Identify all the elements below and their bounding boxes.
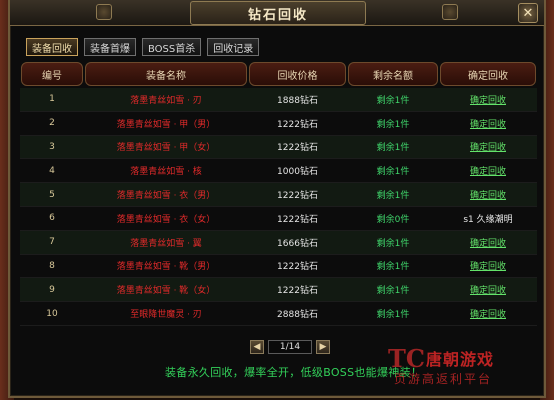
cell-price: 1222钻石 — [277, 119, 318, 130]
cell-price: 1222钻石 — [277, 191, 318, 202]
title-bar: 钻石回收 ✕ — [10, 0, 544, 26]
table-body: 1 落墨青丝如雪 · 刃 1888钻石 剩余1件 确定回收 2 落墨青丝如雪 · 甲（男） 1… — [20, 88, 537, 326]
cell-id: 10 — [46, 308, 58, 319]
cell-remaining: 剩余1件 — [376, 95, 410, 106]
tab-equip-recycle[interactable]: 装备回收 — [26, 38, 78, 56]
ornament-icon — [96, 4, 112, 20]
cell-price: 1222钻石 — [277, 143, 318, 154]
cell-id: 2 — [49, 118, 55, 129]
cell-price: 1000钻石 — [277, 167, 318, 178]
cell-equip-name: 落墨青丝如雪 · 靴（女） — [116, 286, 216, 297]
tab-label: 回收记录 — [213, 43, 254, 55]
confirm-recycle-link[interactable]: 确定回收 — [439, 307, 537, 320]
tab-equip-first-drop[interactable]: 装备首爆 — [84, 38, 136, 56]
prev-page-button[interactable]: ◀ — [250, 340, 264, 354]
recycled-by-text: s1 久缘潮明 — [463, 214, 513, 225]
table-row: 8 落墨青丝如雪 · 靴（男） 1222钻石 剩余1件 确定回收 — [20, 254, 537, 279]
table-row: 3 落墨青丝如雪 · 甲（女） 1222钻石 剩余1件 确定回收 — [20, 135, 537, 160]
title-plate: 钻石回收 — [190, 1, 366, 25]
pagination: ◀ 1/14 ▶ — [250, 339, 330, 355]
tab-recycle-records[interactable]: 回收记录 — [207, 38, 260, 56]
close-button[interactable]: ✕ — [518, 3, 538, 23]
header-equip-name: 装备名称 — [85, 62, 247, 86]
watermark: TC 唐朝游戏 页游高返利平台 — [388, 342, 534, 388]
watermark-title: 唐朝游戏 — [426, 350, 495, 369]
window-title: 钻石回收 — [247, 7, 308, 23]
cell-price: 1222钻石 — [277, 286, 318, 297]
recycle-table: 编号 装备名称 回收价格 剩余名额 确定回收 1 落墨青丝如雪 · 刃 1888钻石… — [20, 62, 537, 326]
cell-equip-name: 落墨青丝如雪 · 刃 — [130, 95, 202, 106]
table-row: 9 落墨青丝如雪 · 靴（女） 1222钻石 剩余1件 确定回收 — [20, 278, 537, 303]
tab-boss-first-kill[interactable]: BOSS首杀 — [142, 38, 202, 56]
cell-equip-name: 落墨青丝如雪 · 翼 — [130, 238, 202, 249]
table-header: 编号 装备名称 回收价格 剩余名额 确定回收 — [20, 62, 537, 86]
header-price: 回收价格 — [249, 62, 346, 86]
confirm-recycle-link[interactable]: 确定回收 — [439, 283, 537, 296]
table-row: 4 落墨青丝如雪 · 核 1000钻石 剩余1件 确定回收 — [20, 159, 537, 184]
cell-remaining: 剩余1件 — [376, 238, 410, 249]
cell-id: 7 — [49, 237, 55, 248]
cell-equip-name: 落墨青丝如雪 · 衣（男） — [116, 191, 216, 202]
confirm-recycle-link[interactable]: 确定回收 — [439, 236, 537, 249]
cell-remaining: 剩余1件 — [376, 310, 410, 321]
cell-id: 8 — [49, 260, 55, 271]
cell-remaining: 剩余0件 — [376, 214, 410, 225]
header-remaining: 剩余名额 — [348, 62, 438, 86]
cell-remaining: 剩余1件 — [376, 262, 410, 273]
diamond-recycle-window: 钻石回收 ✕ 装备回收 装备首爆 BOSS首杀 回收记录 编号 装备名称 回收价… — [8, 0, 546, 398]
cell-price: 1222钻石 — [277, 262, 318, 273]
cell-equip-name: 落墨青丝如雪 · 靴（男） — [116, 262, 216, 273]
close-icon: ✕ — [522, 5, 534, 21]
arrow-right-icon: ▶ — [319, 342, 327, 352]
next-page-button[interactable]: ▶ — [316, 340, 330, 354]
cell-equip-name: 落墨青丝如雪 · 甲（女） — [116, 143, 216, 154]
table-row: 10 至眼降世魔灵 · 刃 2888钻石 剩余1件 确定回收 — [20, 302, 537, 326]
cell-remaining: 剩余1件 — [376, 167, 410, 178]
table-row: 2 落墨青丝如雪 · 甲（男） 1222钻石 剩余1件 确定回收 — [20, 111, 537, 136]
header-id: 编号 — [21, 62, 83, 86]
notice-text: 装备永久回收，爆率全开，低级BOSS也能爆神装！ — [165, 366, 423, 379]
confirm-recycle-link[interactable]: 确定回收 — [439, 188, 537, 201]
cell-price: 1222钻石 — [277, 214, 318, 225]
cell-remaining: 剩余1件 — [376, 143, 410, 154]
cell-equip-name: 至眼降世魔灵 · 刃 — [130, 310, 202, 321]
confirm-recycle-link[interactable]: 确定回收 — [439, 259, 537, 272]
table-row: 6 落墨青丝如雪 · 衣（女） 1222钻石 剩余0件 s1 久缘潮明 — [20, 206, 537, 231]
cell-id: 6 — [49, 213, 55, 224]
tab-bar: 装备回收 装备首爆 BOSS首杀 回收记录 — [26, 38, 260, 56]
header-confirm: 确定回收 — [440, 62, 536, 86]
confirm-recycle-link[interactable]: 确定回收 — [439, 117, 537, 130]
cell-equip-name: 落墨青丝如雪 · 核 — [130, 167, 202, 178]
page-indicator: 1/14 — [268, 340, 312, 354]
cell-equip-name: 落墨青丝如雪 · 甲（男） — [116, 119, 216, 130]
table-row: 5 落墨青丝如雪 · 衣（男） 1222钻石 剩余1件 确定回收 — [20, 183, 537, 207]
watermark-subtitle: 页游高返利平台 — [394, 372, 493, 386]
cell-remaining: 剩余1件 — [376, 191, 410, 202]
table-row: 7 落墨青丝如雪 · 翼 1666钻石 剩余1件 确定回收 — [20, 230, 537, 255]
confirm-recycle-link[interactable]: 确定回收 — [439, 140, 537, 153]
cell-price: 1666钻石 — [277, 238, 318, 249]
tab-label: 装备回收 — [32, 43, 72, 55]
cell-id: 1 — [49, 94, 55, 105]
cell-price: 1888钻石 — [277, 95, 318, 106]
confirm-recycle-link[interactable]: 确定回收 — [439, 164, 537, 177]
ornament-icon — [442, 4, 458, 20]
table-row: 1 落墨青丝如雪 · 刃 1888钻石 剩余1件 确定回收 — [20, 88, 537, 112]
tab-label: BOSS首杀 — [148, 43, 196, 55]
cell-remaining: 剩余1件 — [376, 286, 410, 297]
cell-equip-name: 落墨青丝如雪 · 衣（女） — [116, 214, 216, 225]
arrow-left-icon: ◀ — [253, 342, 261, 352]
cell-id: 4 — [49, 165, 55, 176]
cell-id: 5 — [49, 189, 55, 200]
tab-label: 装备首爆 — [90, 43, 130, 55]
cell-id: 9 — [49, 284, 55, 295]
cell-price: 2888钻石 — [277, 310, 318, 321]
cell-remaining: 剩余1件 — [376, 119, 410, 130]
cell-id: 3 — [49, 141, 55, 152]
confirm-recycle-link[interactable]: 确定回收 — [439, 93, 537, 106]
